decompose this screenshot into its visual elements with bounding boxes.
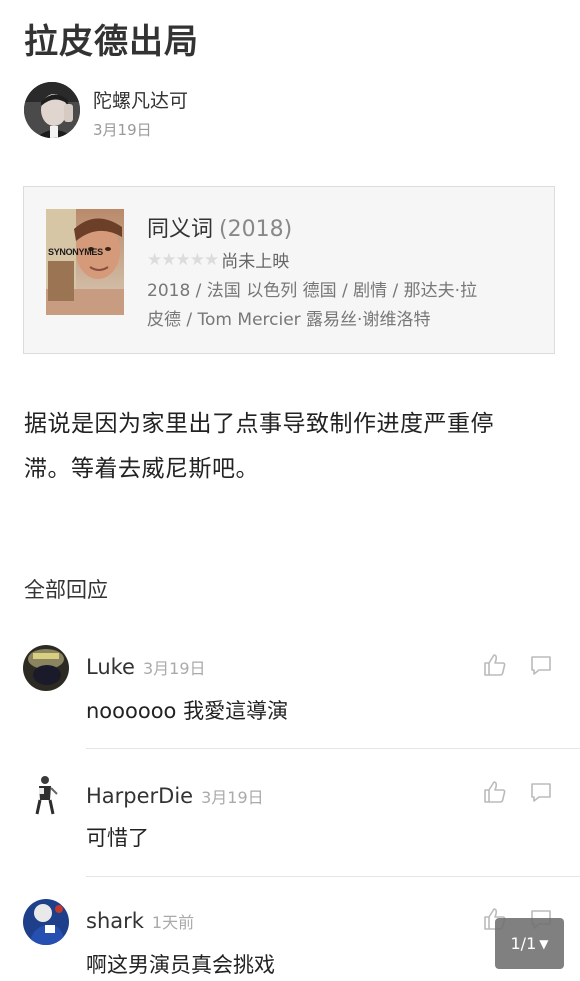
post-body-line: 滞。等着去威尼斯吧。 xyxy=(24,456,259,482)
comment-text: noooooo 我愛這導演 xyxy=(86,699,289,723)
post-date: 3月19日 xyxy=(93,121,152,139)
movie-title-line[interactable]: 同义词 (2018) xyxy=(147,211,292,243)
rating-stars-icon: ★★★★★ xyxy=(147,249,219,270)
movie-meta-line: 2018 / 法国 以色列 德国 / 剧情 / 那达夫·拉 xyxy=(147,281,478,301)
reply-icon[interactable] xyxy=(528,652,554,678)
page: 拉皮德出局 陀螺凡达可 3月19日 SYNONYMES 同义词 (2018) ★… xyxy=(0,0,580,981)
author-avatar-image xyxy=(24,82,80,138)
comment-avatar[interactable] xyxy=(23,899,69,945)
movie-meta-line: 皮德 / Tom Mercier 露易丝·谢维洛特 xyxy=(147,310,431,330)
comment-author[interactable]: shark 1天前 xyxy=(86,909,194,933)
comment-item: HarperDie 3月19日 可惜了 xyxy=(0,772,580,872)
movie-poster-image xyxy=(46,209,124,315)
post-title: 拉皮德出局 xyxy=(24,22,199,62)
comment-author-name[interactable]: HarperDie xyxy=(86,784,193,808)
reply-icon[interactable] xyxy=(528,779,554,805)
comment-date: 1天前 xyxy=(151,913,195,932)
comment-item: shark 1天前 啊这男演员真会挑戏 xyxy=(0,899,580,981)
comment-actions xyxy=(482,652,558,678)
movie-card[interactable]: SYNONYMES 同义词 (2018) ★★★★★ 尚未上映 2018 / 法国… xyxy=(23,186,555,354)
comment-avatar[interactable] xyxy=(23,645,69,691)
movie-poster[interactable]: SYNONYMES xyxy=(46,209,124,315)
page-indicator: 1/1 xyxy=(510,934,537,953)
chevron-down-icon: ▼ xyxy=(539,936,549,951)
like-icon[interactable] xyxy=(482,779,508,805)
comment-date: 3月19日 xyxy=(142,659,206,678)
poster-title-text: SYNONYMES xyxy=(48,247,103,257)
author-avatar[interactable] xyxy=(24,82,80,138)
author-name[interactable]: 陀螺凡达可 xyxy=(93,86,188,113)
comments-section-title: 全部回应 xyxy=(24,578,108,602)
comment-author[interactable]: HarperDie 3月19日 xyxy=(86,784,264,808)
movie-title[interactable]: 同义词 xyxy=(147,217,213,242)
comment-date: 3月19日 xyxy=(201,788,264,807)
comment-item: Luke 3月19日 noooooo 我愛這導演 xyxy=(0,645,580,745)
rating-row: ★★★★★ 尚未上映 xyxy=(147,247,290,273)
like-icon[interactable] xyxy=(482,652,508,678)
comment-author-name[interactable]: shark xyxy=(86,909,144,933)
post-body: 据说是因为家里出了点事导致制作进度严重停 滞。等着去威尼斯吧。 xyxy=(24,402,559,492)
comment-divider xyxy=(86,748,580,749)
page-selector-button[interactable]: 1/1 ▼ xyxy=(495,918,564,969)
comment-author-name[interactable]: Luke xyxy=(86,655,135,679)
comment-avatar[interactable] xyxy=(23,772,69,818)
movie-year: (2018) xyxy=(219,217,293,242)
comment-author[interactable]: Luke 3月19日 xyxy=(86,655,206,679)
rating-status: 尚未上映 xyxy=(221,252,290,272)
movie-meta: 2018 / 法国 以色列 德国 / 剧情 / 那达夫·拉 皮德 / Tom M… xyxy=(147,277,537,335)
comment-avatar-image xyxy=(23,645,69,691)
author-row[interactable]: 陀螺凡达可 3月19日 xyxy=(24,82,564,139)
comment-text: 可惜了 xyxy=(86,826,149,850)
comment-text: 啊这男演员真会挑戏 xyxy=(86,953,275,977)
comment-divider xyxy=(86,876,580,877)
post-body-line: 据说是因为家里出了点事导致制作进度严重停 xyxy=(24,411,494,437)
comment-actions xyxy=(482,779,558,805)
comment-avatar-image xyxy=(23,772,69,818)
comment-avatar-image xyxy=(23,899,69,945)
